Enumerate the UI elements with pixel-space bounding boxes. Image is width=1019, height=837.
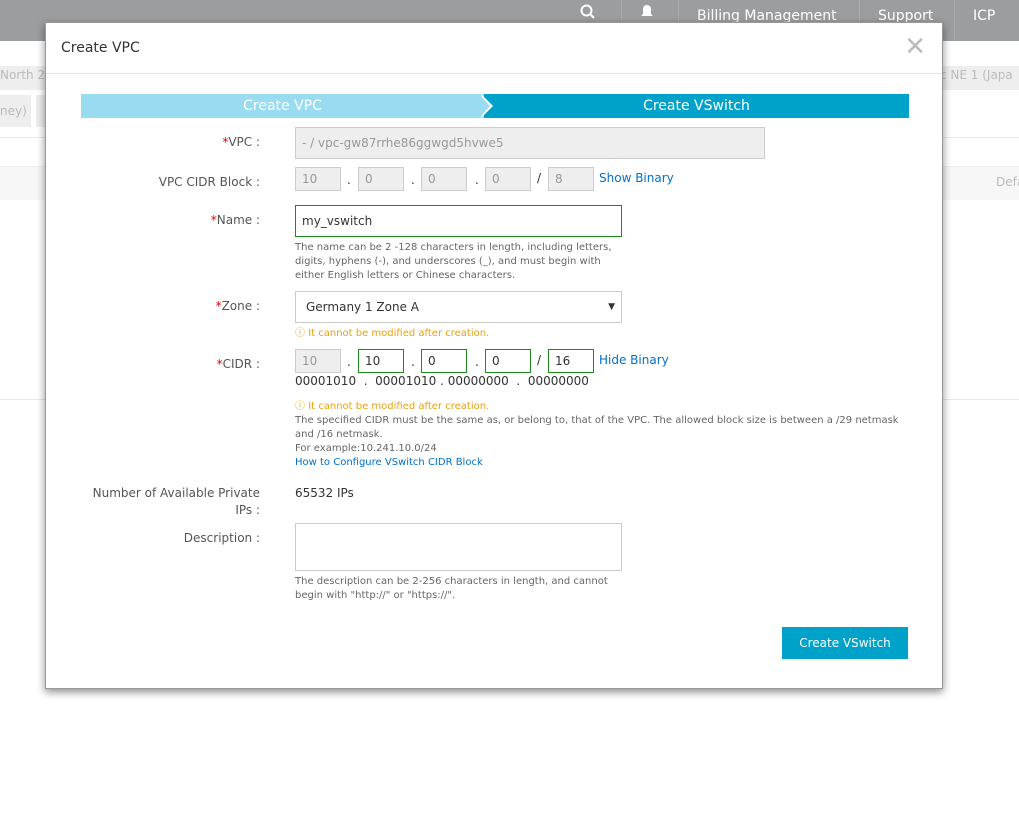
cidr-binary: 00001010 . 00001010 . 00000000 . 0000000… — [295, 374, 589, 388]
zone-warning: ⓘ It cannot be modified after creation. — [295, 328, 490, 339]
zone-tab-left[interactable]: ney) — [0, 95, 31, 127]
description-textarea[interactable] — [295, 523, 622, 571]
cidr-octet-1: 10 — [295, 349, 341, 373]
vpc-cidr-label: VPC CIDR Block : — [158, 175, 260, 189]
zone-select[interactable]: Germany 1 Zone A ▼ — [295, 291, 622, 323]
create-vpc-dialog: Create VPC ✕ Create VPC Create VSwitch *… — [45, 22, 943, 689]
zone-label: *Zone : — [215, 299, 260, 313]
close-icon[interactable]: ✕ — [904, 32, 926, 62]
icp-link[interactable]: ICP — [954, 0, 1013, 41]
cidr-mask-input[interactable]: 16 — [548, 349, 594, 373]
step-create-vswitch: Create VSwitch — [484, 94, 909, 118]
dialog-title: Create VPC — [61, 40, 140, 56]
cidr-warning: ⓘ It cannot be modified after creation. — [295, 401, 490, 412]
region-tab-right[interactable]: c NE 1 (Japa — [940, 66, 1019, 90]
table-col-default: Defa — [996, 175, 1019, 189]
cidr-config-link[interactable]: How to Configure VSwitch CIDR Block — [295, 456, 905, 470]
available-ips-value: 65532 IPs — [295, 486, 354, 500]
create-vswitch-button[interactable]: Create VSwitch — [782, 627, 908, 659]
cidr-octet-3[interactable]: 0 — [421, 349, 467, 373]
show-binary-link[interactable]: Show Binary — [599, 171, 674, 185]
vpc-cidr-octet-3: 0 — [421, 167, 467, 191]
vpc-cidr-octet-4: 0 — [485, 167, 531, 191]
vpc-cidr-mask: 8 — [548, 167, 594, 191]
wizard-steps: Create VPC Create VSwitch — [81, 94, 909, 118]
name-input[interactable]: my_vswitch — [295, 205, 622, 237]
cidr-help: ⓘ It cannot be modified after creation. … — [295, 400, 905, 470]
cidr-octet-4[interactable]: 0 — [485, 349, 531, 373]
warning-icon: ⓘ — [295, 328, 309, 339]
vpc-cidr-octet-2: 0 — [358, 167, 404, 191]
cidr-rule-text: The specified CIDR must be the same as, … — [295, 415, 899, 440]
chevron-down-icon: ▼ — [608, 302, 615, 312]
hide-binary-link[interactable]: Hide Binary — [599, 353, 669, 367]
cidr-example: For example:10.241.10.0/24 — [295, 443, 437, 454]
name-help: The name can be 2 -128 characters in len… — [295, 242, 612, 281]
available-ips-label: Number of Available Private IPs : — [92, 486, 260, 517]
vpc-label: *VPC : — [222, 135, 260, 149]
description-label: Description : — [183, 531, 260, 545]
warning-icon: ⓘ — [295, 401, 309, 412]
name-label: *Name : — [210, 213, 260, 227]
cidr-octet-2[interactable]: 10 — [358, 349, 404, 373]
description-help: The description can be 2-256 characters … — [295, 576, 608, 601]
cidr-label: *CIDR : — [216, 357, 260, 371]
vpc-cidr-octet-1: 10 — [295, 167, 341, 191]
vpc-field: - / vpc-gw87rrhe86ggwgd5hvwe5 — [295, 127, 765, 159]
step-create-vpc: Create VPC — [81, 94, 484, 118]
